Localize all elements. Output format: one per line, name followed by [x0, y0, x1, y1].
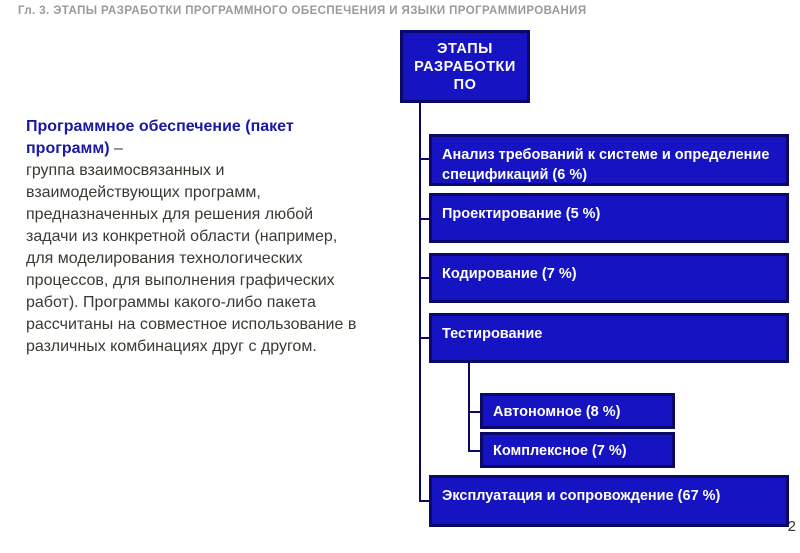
stage-testing: Тестирование [429, 313, 789, 363]
page-number: 2 [788, 518, 796, 535]
stage-maintenance: Эксплуатация и сопровождение (67 %) [429, 475, 789, 527]
stage-testing-complex: Комплексное (7 %) [480, 432, 675, 468]
stages-diagram: ЭТАПЫ РАЗРАБОТКИ ПО Анализ требований к … [400, 30, 790, 540]
definition-dash: – [110, 140, 123, 157]
stage-design: Проектирование (5 %) [429, 193, 789, 243]
stage-analysis: Анализ требований к системе и определени… [429, 134, 789, 186]
root-node: ЭТАПЫ РАЗРАБОТКИ ПО [400, 30, 530, 103]
connector-vertical-sub [468, 363, 470, 452]
chapter-heading: Гл. 3. ЭТАПЫ РАЗРАБОТКИ ПРОГРАММНОГО ОБЕ… [18, 5, 587, 17]
definition-term: Программное обеспечение (пакет программ) [26, 118, 294, 157]
stage-coding: Кодирование (7 %) [429, 253, 789, 303]
definition-block: Программное обеспечение (пакет программ)… [26, 116, 366, 358]
stage-testing-autonomous: Автономное (8 %) [480, 393, 675, 429]
connector-vertical-main [419, 103, 421, 501]
definition-body: группа взаимосвязанных и взаимодействующ… [26, 162, 356, 355]
